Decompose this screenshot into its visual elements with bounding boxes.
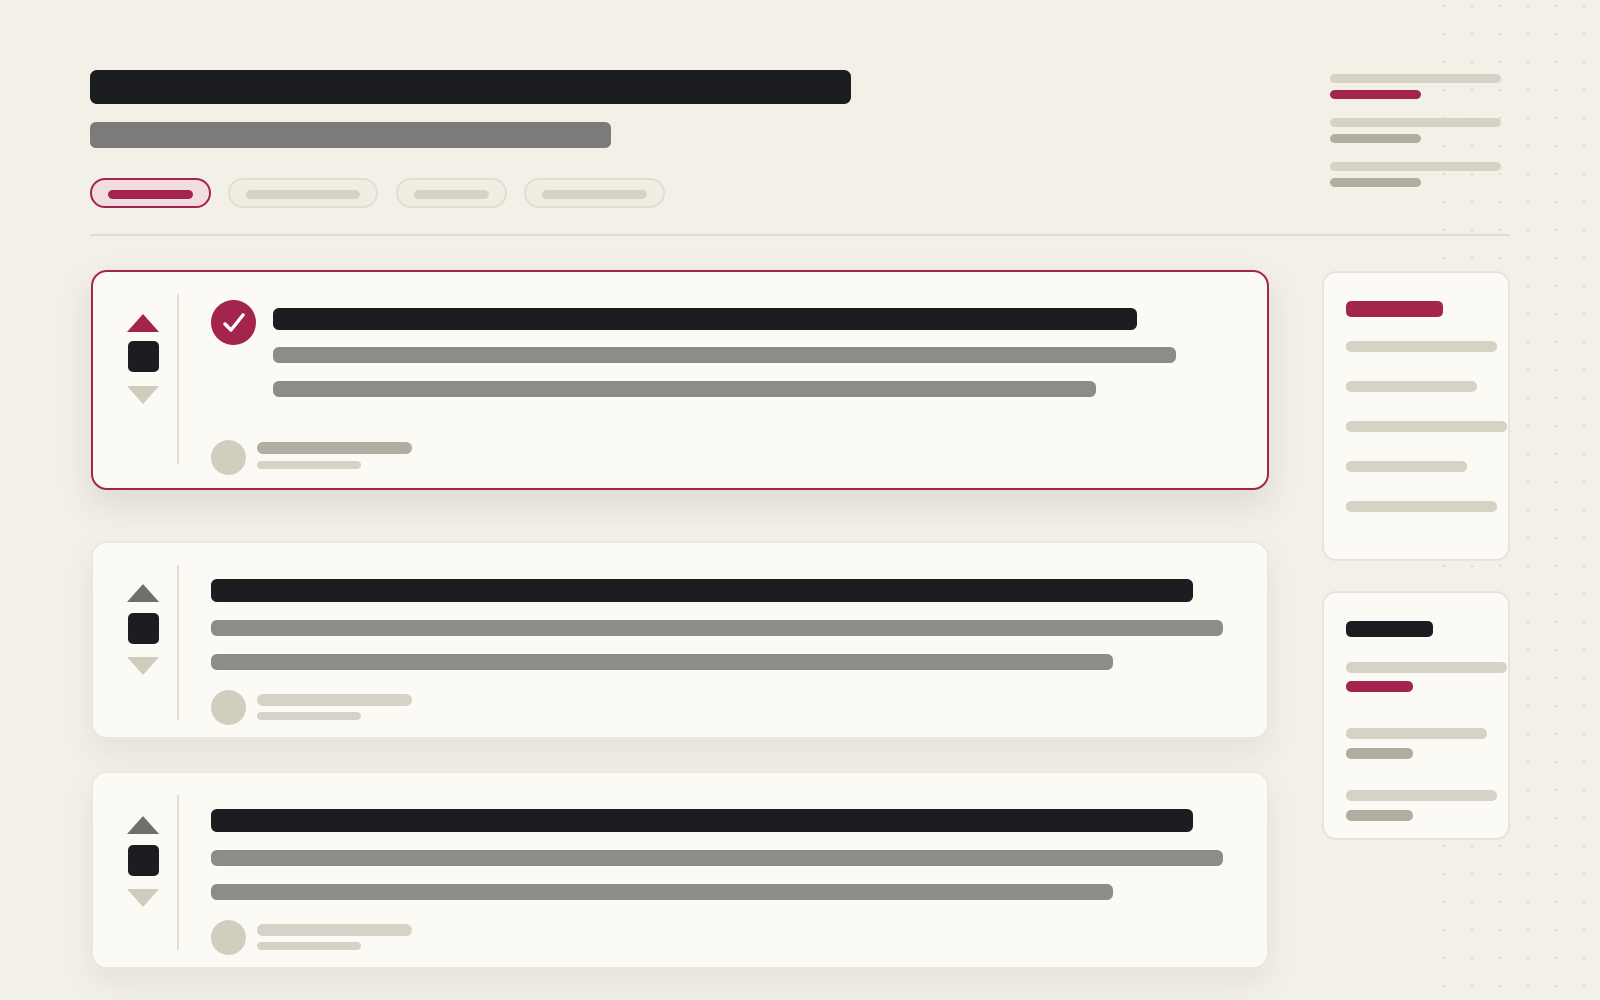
panel-heading: [1346, 621, 1433, 637]
vote-divider: [177, 294, 179, 464]
panel-link[interactable]: [1346, 341, 1497, 352]
vote-count: [128, 845, 159, 876]
post-excerpt-line: [211, 620, 1223, 636]
post-timestamp: [257, 712, 361, 720]
tab-2[interactable]: [228, 178, 378, 208]
tab-3[interactable]: [396, 178, 507, 208]
vote-divider: [177, 565, 179, 720]
tab-1-label: [108, 190, 193, 199]
panel-item-value: [1346, 681, 1413, 692]
chevron-down-icon[interactable]: [127, 889, 159, 907]
vote-count: [128, 341, 159, 372]
post-card-3[interactable]: [91, 771, 1269, 969]
check-circle-icon: [211, 300, 256, 345]
panel-item-line[interactable]: [1346, 662, 1507, 673]
user-avatar[interactable]: [211, 690, 246, 725]
panel-item-line[interactable]: [1346, 728, 1487, 739]
post-excerpt-line: [273, 347, 1176, 363]
panel-link[interactable]: [1346, 461, 1467, 472]
panel-heading: [1346, 301, 1443, 317]
author-name[interactable]: [257, 442, 412, 454]
post-title[interactable]: [211, 809, 1193, 832]
page-subtitle: [90, 122, 611, 148]
header-divider: [90, 234, 1510, 236]
post-card-2[interactable]: [91, 541, 1269, 739]
tab-2-label: [246, 190, 360, 199]
post-timestamp: [257, 461, 361, 469]
sidebar-panel-2: [1322, 591, 1510, 840]
meta-value-1: [1330, 90, 1421, 99]
meta-value-3: [1330, 178, 1421, 187]
panel-link[interactable]: [1346, 421, 1507, 432]
tab-3-label: [414, 190, 489, 199]
chevron-up-icon[interactable]: [127, 584, 159, 602]
post-title[interactable]: [273, 308, 1137, 330]
checkmark-icon: [222, 312, 245, 332]
vote-divider: [177, 795, 179, 950]
post-timestamp: [257, 942, 361, 950]
meta-line-3: [1330, 162, 1501, 171]
chevron-up-icon[interactable]: [127, 816, 159, 834]
meta-line-2: [1330, 118, 1501, 127]
meta-value-2: [1330, 134, 1421, 143]
panel-item-line[interactable]: [1346, 790, 1497, 801]
panel-item-value: [1346, 810, 1413, 821]
author-name[interactable]: [257, 694, 412, 706]
user-avatar[interactable]: [211, 440, 246, 475]
panel-link[interactable]: [1346, 381, 1477, 392]
chevron-up-icon[interactable]: [127, 314, 159, 332]
post-excerpt-line: [273, 381, 1096, 397]
vote-count: [128, 613, 159, 644]
page-title: [90, 70, 851, 104]
post-excerpt-line: [211, 884, 1113, 900]
post-card-1[interactable]: [91, 270, 1269, 490]
sidebar-panel-1: [1322, 271, 1510, 561]
chevron-down-icon[interactable]: [127, 386, 159, 404]
post-title[interactable]: [211, 579, 1193, 602]
post-excerpt-line: [211, 654, 1113, 670]
meta-line-1: [1330, 74, 1501, 83]
chevron-down-icon[interactable]: [127, 657, 159, 675]
page: [0, 0, 1600, 1000]
panel-link[interactable]: [1346, 501, 1497, 512]
tab-4[interactable]: [524, 178, 665, 208]
tab-4-label: [542, 190, 647, 199]
tab-1[interactable]: [90, 178, 211, 208]
post-excerpt-line: [211, 850, 1223, 866]
user-avatar[interactable]: [211, 920, 246, 955]
panel-item-value: [1346, 748, 1413, 759]
author-name[interactable]: [257, 924, 412, 936]
